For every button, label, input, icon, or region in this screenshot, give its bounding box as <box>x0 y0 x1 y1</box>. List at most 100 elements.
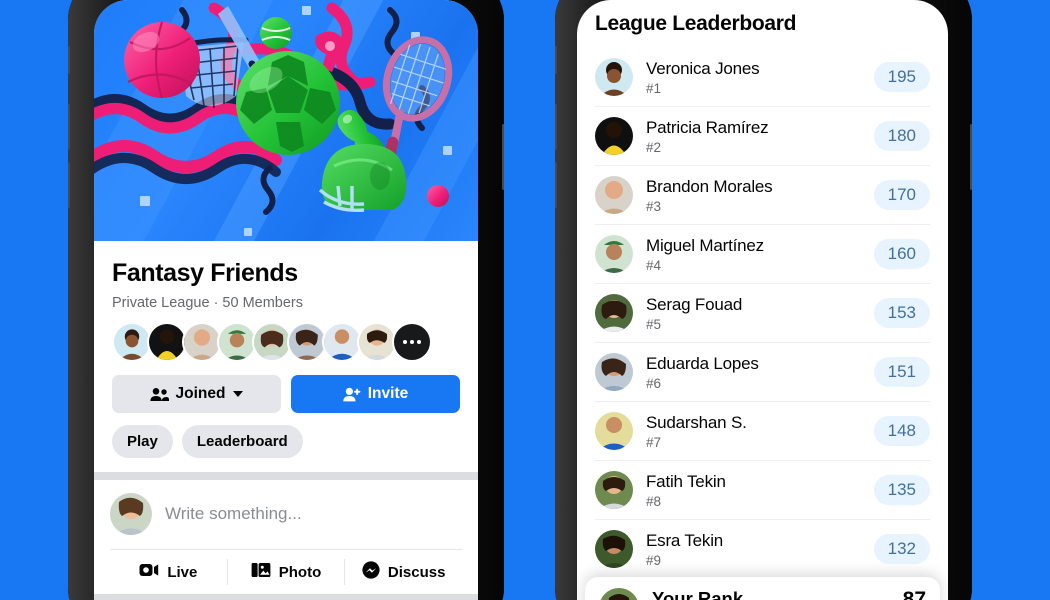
post-composer: Write something... Live Photo Discuss <box>94 480 478 594</box>
player-score: 132 <box>873 534 930 564</box>
player-rank: #6 <box>646 375 662 391</box>
member-avatar[interactable] <box>287 322 327 362</box>
mute-switch[interactable] <box>555 46 557 74</box>
player-name: Brandon Morales <box>646 176 773 196</box>
member-overflow-avatar[interactable] <box>392 322 432 362</box>
sports-illustration-icon <box>94 0 478 241</box>
player-avatar[interactable] <box>595 530 633 568</box>
leaderboard-row[interactable]: Sudarshan S. #7 148 <box>595 401 930 460</box>
player-score: 135 <box>873 475 930 505</box>
member-avatar[interactable] <box>322 322 362 362</box>
player-text-block: Esra Tekin #9 <box>646 531 723 568</box>
player-text-block: Eduarda Lopes #6 <box>646 354 759 391</box>
left-phone-device: Fantasy Friends Private League · 50 Memb… <box>68 0 504 600</box>
leaderboard-row[interactable]: Brandon Morales #3 170 <box>595 165 930 224</box>
player-text-block: Brandon Morales #3 <box>646 176 773 214</box>
player-avatar[interactable] <box>595 117 633 155</box>
leaderboard-list[interactable]: Veronica Jones #1 195 Patricia Ramírez #2 180… <box>577 48 948 578</box>
player-avatar[interactable] <box>595 471 633 509</box>
leaderboard-row[interactable]: Miguel Martínez #4 160 <box>595 224 930 283</box>
section-divider <box>94 472 478 480</box>
leaderboard-row[interactable]: Serag Fouad #5 153 <box>595 283 930 342</box>
player-text-block: Veronica Jones #1 <box>646 58 760 96</box>
member-avatar[interactable] <box>357 322 397 362</box>
composer-input-row[interactable]: Write something... <box>110 493 462 549</box>
discuss-label: Discuss <box>387 563 446 581</box>
leaderboard-row[interactable]: Veronica Jones #1 195 <box>595 48 930 106</box>
your-rank-avatar[interactable] <box>599 588 639 600</box>
right-phone-device: League Leaderboard Veronica Jones #1 195 Pa… <box>555 0 972 600</box>
leaderboard-row[interactable]: Fatih Tekin #8 135 <box>595 460 930 519</box>
member-avatar[interactable] <box>217 322 257 362</box>
player-avatar[interactable] <box>595 58 633 96</box>
player-name: Serag Fouad <box>646 294 743 314</box>
group-title: Fantasy Friends <box>112 259 298 287</box>
power-button[interactable] <box>502 124 504 190</box>
member-avatar[interactable] <box>252 322 292 362</box>
composer-placeholder[interactable]: Write something... <box>165 504 302 524</box>
volume-up-button[interactable] <box>555 104 557 150</box>
mute-switch[interactable] <box>68 46 70 74</box>
member-facepile[interactable] <box>112 322 460 362</box>
player-text-block: Fatih Tekin #8 <box>646 472 726 509</box>
player-score: 148 <box>873 416 930 446</box>
current-user-avatar[interactable] <box>110 493 152 535</box>
group-cover-image <box>94 0 478 241</box>
dot <box>410 340 414 344</box>
player-name: Veronica Jones <box>646 58 760 78</box>
your-rank-label: Your Rank <box>652 588 744 600</box>
dot <box>403 340 407 344</box>
player-avatar[interactable] <box>595 412 633 450</box>
group-info-section: Fantasy Friends Private League · 50 Memb… <box>94 241 478 472</box>
player-score: 195 <box>873 62 930 92</box>
player-avatar[interactable] <box>595 294 633 332</box>
invite-button[interactable]: Invite <box>291 375 460 413</box>
player-rank: #9 <box>646 552 662 568</box>
left-phone-screen: Fantasy Friends Private League · 50 Memb… <box>94 0 478 600</box>
member-avatar[interactable] <box>182 322 222 362</box>
composer-action-bar: Live Photo Discuss <box>110 549 462 594</box>
volume-up-button[interactable] <box>68 104 70 150</box>
player-score: 153 <box>873 298 930 328</box>
video-camera-icon <box>139 563 159 581</box>
member-avatar[interactable] <box>147 322 187 362</box>
joined-label: Joined <box>175 385 226 402</box>
your-rank-text-block: Your Rank #20 <box>652 588 743 600</box>
tab-play[interactable]: Play <box>112 425 173 458</box>
chevron-down-icon <box>233 391 244 397</box>
photo-button[interactable]: Photo <box>228 550 345 594</box>
player-name: Patricia Ramírez <box>646 117 769 137</box>
group-tabs: Play Leaderboard <box>112 425 460 472</box>
your-rank-card[interactable]: Your Rank #20 87 ↑ 5 <box>585 577 940 600</box>
player-rank: #4 <box>646 257 662 273</box>
player-score: 151 <box>873 357 930 387</box>
member-avatar[interactable] <box>112 322 152 362</box>
discuss-button[interactable]: Discuss <box>345 550 462 594</box>
player-avatar[interactable] <box>595 235 633 273</box>
leaderboard-row[interactable]: Eduarda Lopes #6 151 <box>595 342 930 401</box>
player-rank: #1 <box>646 80 662 96</box>
invite-label: Invite <box>367 385 409 402</box>
volume-down-button[interactable] <box>68 162 70 208</box>
volume-down-button[interactable] <box>555 162 557 208</box>
player-name: Miguel Martínez <box>646 235 764 255</box>
tab-leaderboard[interactable]: Leaderboard <box>181 425 303 458</box>
person-add-icon <box>343 387 361 402</box>
player-avatar[interactable] <box>595 176 633 214</box>
player-rank: #2 <box>646 139 662 155</box>
player-rank: #8 <box>646 493 662 509</box>
left-phone-bezel-inner: Fantasy Friends Private League · 50 Memb… <box>94 0 478 600</box>
photo-icon <box>251 562 271 582</box>
power-button[interactable] <box>970 124 972 190</box>
leaderboard-row[interactable]: Patricia Ramírez #2 180 <box>595 106 930 165</box>
live-button[interactable]: Live <box>110 550 227 594</box>
live-label: Live <box>167 563 198 581</box>
player-name: Fatih Tekin <box>646 471 726 491</box>
leaderboard-row[interactable]: Esra Tekin #9 132 <box>595 519 930 578</box>
player-score: 170 <box>873 180 930 210</box>
right-phone-bezel-inner: League Leaderboard Veronica Jones #1 195 Pa… <box>577 0 948 600</box>
joined-button[interactable]: Joined <box>112 375 281 413</box>
your-rank-score: 87 <box>902 588 926 600</box>
player-score: 180 <box>873 121 930 151</box>
player-avatar[interactable] <box>595 353 633 391</box>
